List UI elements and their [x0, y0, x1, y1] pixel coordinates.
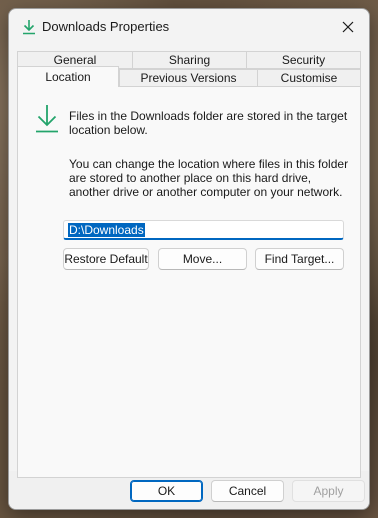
download-arrow-icon [23, 20, 35, 35]
tab-label: Location [45, 70, 91, 84]
close-icon [342, 21, 354, 33]
tab-customise[interactable]: Customise [257, 69, 361, 87]
tab-sharing[interactable]: Sharing [132, 51, 247, 69]
move-button[interactable]: Move... [158, 248, 247, 270]
button-label: Find Target... [264, 252, 335, 266]
restore-default-button[interactable]: Restore Default [63, 248, 149, 270]
find-target-button[interactable]: Find Target... [255, 248, 344, 270]
tab-security[interactable]: Security [246, 51, 361, 69]
button-label: Move... [182, 252, 223, 266]
location-info-text: Files in the Downloads folder are stored… [69, 109, 348, 137]
cancel-button[interactable]: Cancel [211, 480, 284, 502]
button-label: OK [157, 484, 176, 498]
tab-label: Customise [280, 71, 338, 85]
tab-label: General [53, 53, 97, 67]
tab-label: Security [281, 53, 326, 67]
tab-location[interactable]: Location [17, 66, 119, 87]
window-title: Downloads Properties [42, 19, 170, 34]
button-label: Restore Default [64, 252, 148, 266]
properties-dialog: Downloads Properties General Sharing Sec… [8, 8, 370, 510]
apply-button[interactable]: Apply [292, 480, 365, 502]
location-description-text: You can change the location where files … [69, 157, 349, 199]
button-label: Cancel [228, 484, 267, 498]
location-tab-panel [17, 86, 361, 478]
target-path-value: D:\Downloads [68, 222, 145, 237]
ok-button[interactable]: OK [130, 480, 203, 502]
target-path-input[interactable]: D:\Downloads [63, 220, 344, 240]
close-button[interactable] [333, 13, 363, 41]
title-bar[interactable]: Downloads Properties [9, 9, 369, 45]
download-arrow-icon [36, 105, 58, 133]
tab-previous-versions[interactable]: Previous Versions [119, 69, 258, 87]
tab-label: Previous Versions [140, 71, 237, 85]
button-label: Apply [313, 484, 344, 498]
tab-label: Sharing [168, 53, 211, 67]
